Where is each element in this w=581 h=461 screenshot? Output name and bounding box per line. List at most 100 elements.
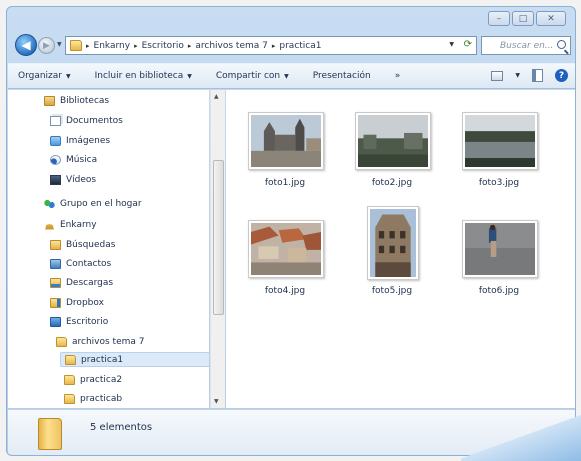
nav-item-grupo-hogar[interactable]: Grupo en el hogar xyxy=(44,196,142,211)
nav-label: Contactos xyxy=(66,258,112,269)
file-name: foto1.jpg xyxy=(264,178,306,188)
file-item-foto5[interactable]: foto5.jpg xyxy=(347,206,437,316)
folder-icon xyxy=(38,418,62,450)
nav-label: Enkarny xyxy=(60,219,97,230)
documents-icon xyxy=(50,115,61,126)
chevron-right-icon[interactable]: ▸ xyxy=(272,42,276,50)
maximize-button[interactable]: □ xyxy=(512,11,534,26)
nav-label: Descargas xyxy=(66,277,114,288)
forward-button[interactable]: ▶ xyxy=(38,37,55,54)
photo-thumbnail xyxy=(462,220,538,278)
chevron-right-icon[interactable]: ▸ xyxy=(134,42,138,50)
file-item-foto6[interactable]: foto6.jpg xyxy=(454,220,544,315)
nav-item-enkarny[interactable]: Enkarny xyxy=(44,217,97,232)
breadcrumb-practica1[interactable]: practica1 xyxy=(279,41,321,51)
nav-item-imagenes[interactable]: Imágenes xyxy=(50,133,110,148)
nav-item-practicab[interactable]: practicab xyxy=(64,391,122,406)
nav-label: practica1 xyxy=(81,354,124,365)
nav-item-contactos[interactable]: Contactos xyxy=(50,256,111,271)
nav-item-archivos-tema-7[interactable]: archivos tema 7 xyxy=(56,334,145,349)
search-placeholder: Buscar en... xyxy=(500,40,554,51)
chevron-down-icon: ▼ xyxy=(66,73,71,80)
minimize-button[interactable]: – xyxy=(488,11,510,26)
nav-item-descargas[interactable]: Descargas xyxy=(50,275,113,290)
photo-thumbnail xyxy=(462,112,538,170)
photo-thumbnail xyxy=(248,112,324,170)
scroll-down-icon[interactable]: ▼ xyxy=(214,398,219,405)
nav-label: practicab xyxy=(80,393,123,404)
share-with-menu[interactable]: Compartir con ▼ xyxy=(216,71,289,81)
organize-label: Organizar xyxy=(18,71,62,81)
file-name: foto6.jpg xyxy=(478,286,520,296)
chevron-right-icon[interactable]: ▸ xyxy=(86,42,90,50)
nav-item-musica[interactable]: Música xyxy=(50,152,97,167)
nav-item-videos[interactable]: Vídeos xyxy=(50,172,96,187)
user-folder-icon xyxy=(45,224,54,230)
pictures-icon xyxy=(50,135,61,146)
file-view: foto1.jpg foto2.jpg foto3.jpg foto4.jpg … xyxy=(226,90,575,408)
recent-pages-dropdown[interactable]: ▼ xyxy=(57,41,62,48)
nav-scrollbar[interactable]: ▲ ▼ xyxy=(210,90,225,408)
nav-item-practica2[interactable]: practica2 xyxy=(64,372,122,387)
nav-label: Dropbox xyxy=(66,297,104,308)
file-item-foto1[interactable]: foto1.jpg xyxy=(240,112,330,207)
explorer-window: – □ ✕ ◀ ▶ ▼ ▸ Enkarny ▸ Escritorio ▸ arc… xyxy=(6,6,576,456)
breadcrumb-archivos-tema-7[interactable]: archivos tema 7 xyxy=(195,41,268,51)
nav-item-busquedas[interactable]: Búsquedas xyxy=(50,237,115,252)
arrow-left-icon: ◀ xyxy=(21,38,31,52)
file-name: foto3.jpg xyxy=(478,178,520,188)
include-in-library-menu[interactable]: Incluir en biblioteca ▼ xyxy=(95,71,192,81)
include-label: Incluir en biblioteca xyxy=(94,71,184,81)
chevron-down-icon: ▼ xyxy=(187,73,192,80)
more-options-button[interactable]: » xyxy=(395,71,401,81)
breadcrumb-escritorio[interactable]: Escritorio xyxy=(142,41,184,51)
nav-label: Vídeos xyxy=(66,174,97,185)
chevron-down-icon: ▼ xyxy=(284,73,289,80)
nav-item-documentos[interactable]: Documentos xyxy=(50,113,123,128)
scroll-thumb[interactable] xyxy=(213,160,224,315)
search-input[interactable]: Buscar en... xyxy=(481,36,571,55)
nav-label: Música xyxy=(66,154,98,165)
address-dropdown[interactable]: ▼ xyxy=(449,41,454,48)
nav-label: archivos tema 7 xyxy=(72,336,145,347)
contacts-folder-icon xyxy=(50,258,61,269)
refresh-icon[interactable]: ⟳ xyxy=(464,39,472,50)
folder-icon xyxy=(70,40,82,51)
presentation-label: Presentación xyxy=(312,71,371,81)
slideshow-button[interactable]: Presentación xyxy=(313,71,371,81)
file-item-foto3[interactable]: foto3.jpg xyxy=(454,112,544,207)
address-bar[interactable]: ▸ Enkarny ▸ Escritorio ▸ archivos tema 7… xyxy=(65,36,477,55)
searches-folder-icon xyxy=(50,239,61,250)
help-icon[interactable]: ? xyxy=(555,69,568,82)
change-view-icon[interactable] xyxy=(491,70,504,81)
nav-item-bibliotecas[interactable]: Bibliotecas xyxy=(44,93,109,108)
nav-label: Imágenes xyxy=(66,135,111,146)
chevron-right-icon[interactable]: ▸ xyxy=(188,42,192,50)
close-button[interactable]: ✕ xyxy=(536,11,566,26)
nav-item-dropbox[interactable]: Dropbox xyxy=(50,295,104,310)
file-item-foto2[interactable]: foto2.jpg xyxy=(347,112,437,207)
breadcrumb-enkarny[interactable]: Enkarny xyxy=(94,41,131,51)
address-row: ◀ ▶ ▼ ▸ Enkarny ▸ Escritorio ▸ archivos … xyxy=(7,32,575,58)
dropbox-folder-icon xyxy=(50,297,61,308)
homegroup-icon xyxy=(44,198,55,209)
nav-label: Grupo en el hogar xyxy=(60,198,142,209)
desktop-folder-icon xyxy=(50,316,61,327)
scroll-up-icon[interactable]: ▲ xyxy=(214,93,219,100)
nav-item-practica1[interactable]: practica1 xyxy=(60,352,209,367)
command-bar: Organizar ▼ Incluir en biblioteca ▼ Compar… xyxy=(8,63,575,89)
organize-menu[interactable]: Organizar ▼ xyxy=(18,71,71,81)
photo-thumbnail xyxy=(367,206,419,280)
nav-label: Bibliotecas xyxy=(60,95,110,106)
nav-label: Escritorio xyxy=(66,316,109,327)
file-item-foto4[interactable]: foto4.jpg xyxy=(240,220,330,315)
nav-label: practica2 xyxy=(80,374,123,385)
search-icon[interactable] xyxy=(557,40,566,49)
preview-pane-icon[interactable] xyxy=(532,69,543,82)
folder-icon xyxy=(56,336,67,347)
folder-icon xyxy=(64,374,75,385)
nav-item-escritorio[interactable]: Escritorio xyxy=(50,314,108,329)
back-button[interactable]: ◀ xyxy=(15,34,37,56)
file-name: foto2.jpg xyxy=(371,178,413,188)
chevron-down-icon[interactable]: ▼ xyxy=(515,72,520,79)
